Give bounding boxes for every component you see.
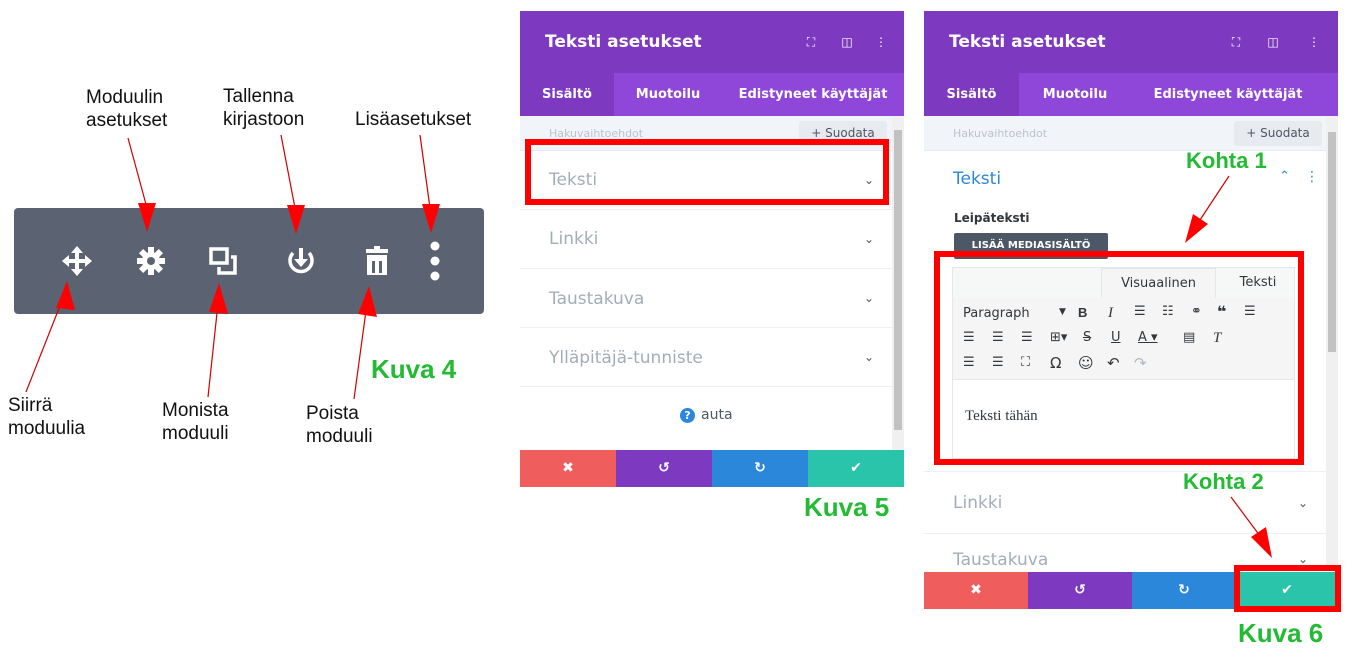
section-link[interactable]: Linkki ⌄	[924, 472, 1338, 534]
split-view-icon[interactable]: ◫	[840, 35, 854, 49]
panel-header: Teksti asetukset ⛶ ◫ ⋮	[520, 11, 904, 73]
tab-content[interactable]: Sisältö	[924, 73, 1019, 116]
chevron-down-icon: ⌄	[1297, 552, 1308, 566]
annotation-delete-module: Poista moduuli	[306, 403, 373, 447]
redo-button[interactable]: ↻	[712, 450, 808, 487]
figure-label-kuva6: Kuva 6	[1238, 618, 1324, 648]
section-link-label: Linkki	[953, 493, 1003, 513]
gear-icon[interactable]	[134, 244, 168, 278]
chevron-down-icon: ⌄	[863, 291, 874, 305]
chevron-down-icon: ⌄	[863, 350, 874, 364]
section-more-icon[interactable]: ⋮	[1305, 169, 1319, 185]
fullscreen-icon[interactable]: ⛶	[804, 35, 818, 49]
move-icon[interactable]	[60, 244, 94, 278]
scrollbar[interactable]	[1326, 116, 1338, 569]
undo-button[interactable]: ↺	[616, 450, 712, 487]
figure-label-kohta1: Kohta 1	[1186, 148, 1267, 173]
chevron-down-icon: ⌄	[1297, 496, 1308, 510]
help-icon: ?	[680, 407, 695, 423]
highlight-save-button	[1234, 565, 1341, 612]
help-label: auta	[701, 407, 733, 423]
panel-more-icon[interactable]: ⋮	[874, 35, 888, 49]
tab-design[interactable]: Muotoilu	[614, 73, 722, 116]
section-link[interactable]: Linkki ⌄	[520, 210, 904, 269]
section-admin-label-text: Ylläpitäjä-tunniste	[549, 348, 703, 368]
body-label: Leipäteksti	[954, 211, 1030, 225]
text-settings-panel-collapsed: Teksti asetukset ⛶ ◫ ⋮ Sisältö Muotoilu …	[520, 11, 904, 487]
highlight-editor	[934, 251, 1304, 465]
section-background[interactable]: Taustakuva ⌄	[520, 269, 904, 328]
annotation-move-module: Siirrä moduulia	[8, 395, 86, 439]
panel-title: Teksti asetukset	[545, 32, 702, 52]
annotation-duplicate-module: Monista moduuli	[162, 400, 229, 444]
figure-label-kuva4: Kuva 4	[371, 354, 457, 384]
more-vertical-icon[interactable]	[418, 241, 452, 281]
section-text-title[interactable]: Teksti	[953, 169, 1001, 189]
duplicate-icon[interactable]	[206, 244, 240, 278]
save-download-icon[interactable]	[284, 244, 318, 278]
chevron-up-icon[interactable]: ⌃	[1279, 169, 1290, 184]
panel-header: Teksti asetukset ⛶ ◫ ⋮	[924, 11, 1338, 73]
help-link[interactable]: ? auta	[680, 407, 733, 423]
section-admin-label[interactable]: Ylläpitäjä-tunniste ⌄	[520, 328, 904, 387]
figure-label-kohta2: Kohta 2	[1183, 469, 1264, 494]
fullscreen-icon[interactable]: ⛶	[1229, 35, 1243, 49]
cancel-button[interactable]: ✖	[520, 450, 616, 487]
panel-tabs: Sisältö Muotoilu Edistyneet käyttäjät	[924, 73, 1338, 116]
section-link-label: Linkki	[549, 229, 599, 249]
panel-footer: ✖ ↺ ↻ ✔	[520, 450, 904, 487]
undo-button[interactable]: ↺	[1028, 572, 1132, 609]
save-button[interactable]: ✔	[808, 450, 904, 487]
scrollbar[interactable]	[892, 116, 904, 450]
tab-advanced[interactable]: Edistyneet käyttäjät	[722, 73, 904, 116]
split-view-icon[interactable]: ◫	[1266, 35, 1280, 49]
redo-button[interactable]: ↻	[1132, 572, 1236, 609]
highlight-text-section	[525, 139, 889, 205]
panel-more-icon[interactable]: ⋮	[1307, 35, 1321, 49]
section-background-label: Taustakuva	[953, 550, 1049, 570]
annotation-more-settings: Lisäasetukset	[355, 109, 472, 130]
search-row: Hakuvaihtoehdot + Suodata	[924, 116, 1338, 151]
scroll-thumb	[1328, 132, 1336, 352]
tab-design[interactable]: Muotoilu	[1019, 73, 1131, 116]
cancel-button[interactable]: ✖	[924, 572, 1028, 609]
panel-title: Teksti asetukset	[949, 32, 1106, 52]
chevron-down-icon: ⌄	[863, 232, 874, 246]
annotation-module-settings: Moduulin asetukset	[86, 87, 168, 131]
figure-label-kuva5: Kuva 5	[804, 492, 890, 522]
filter-button[interactable]: + Suodata	[1234, 121, 1322, 146]
section-background-label: Taustakuva	[549, 289, 645, 309]
tab-advanced[interactable]: Edistyneet käyttäjät	[1131, 73, 1325, 116]
annotation-save-to-library: Tallenna kirjastoon	[223, 86, 305, 130]
trash-icon[interactable]	[360, 244, 394, 278]
scroll-thumb	[894, 130, 902, 430]
panel-tabs: Sisältö Muotoilu Edistyneet käyttäjät	[520, 73, 904, 116]
search-input[interactable]: Hakuvaihtoehdot	[953, 127, 1047, 140]
tab-content[interactable]: Sisältö	[520, 73, 614, 116]
module-toolbar	[14, 208, 484, 314]
